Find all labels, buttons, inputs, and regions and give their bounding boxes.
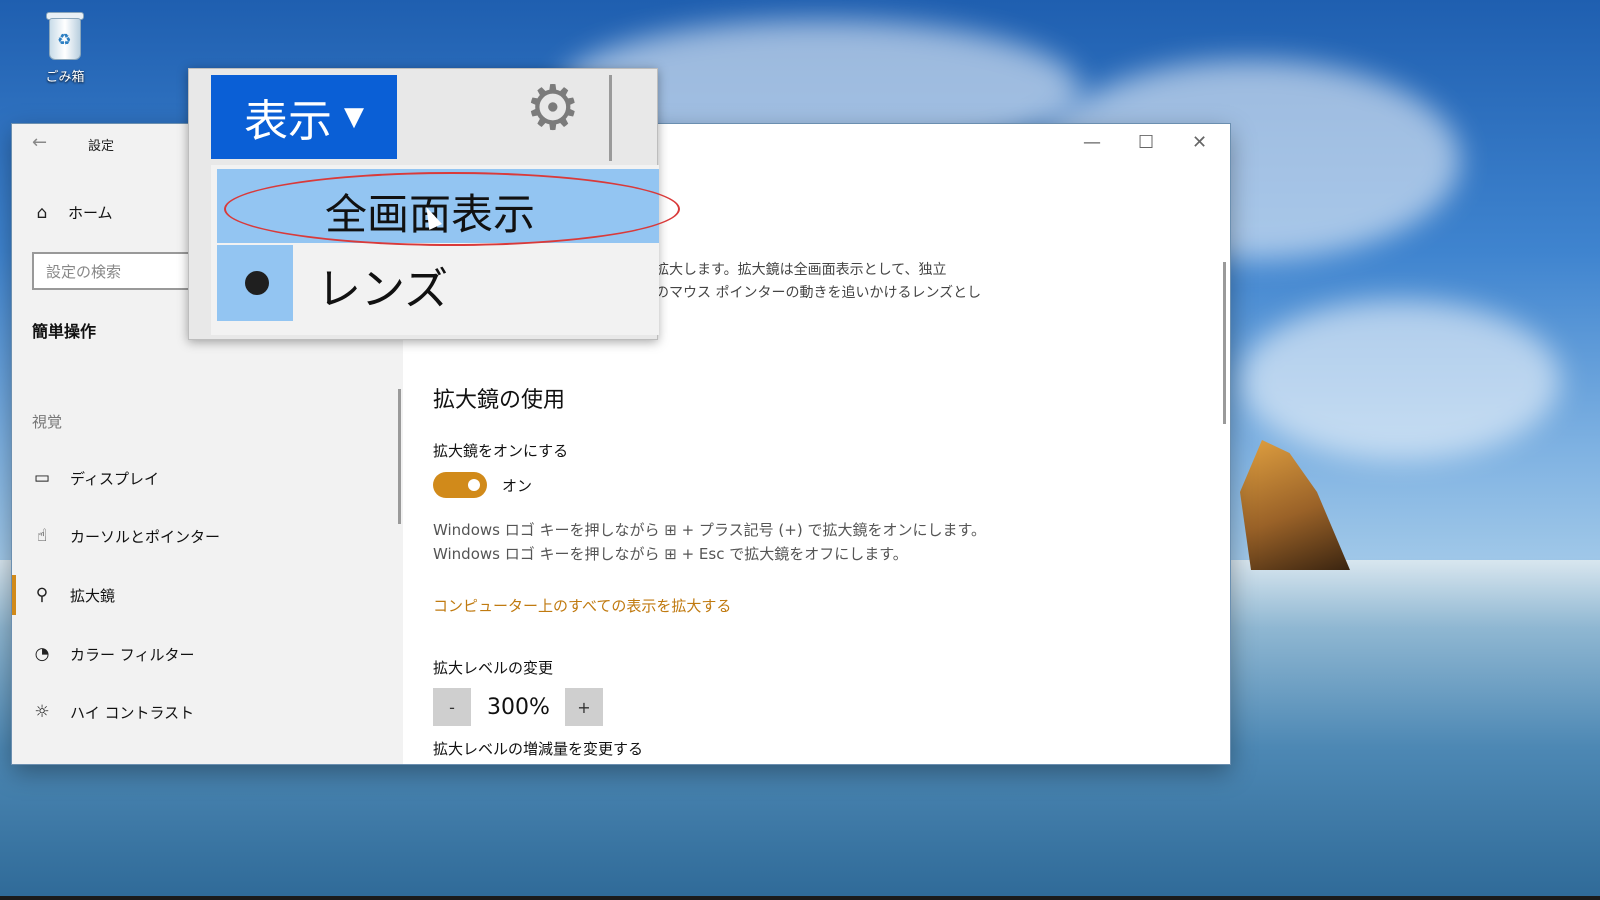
nav-label: カーソルとポインター: [70, 527, 221, 546]
shortcut-hint-off: Windows ロゴ キーを押しながら ⊞ + Esc で拡大鏡をオフにします。: [433, 545, 908, 563]
section-heading: 拡大鏡の使用: [433, 388, 566, 413]
section-title: 簡単操作: [32, 322, 97, 341]
menu-option-lens[interactable]: レンズ: [317, 253, 448, 317]
nav-item-cursor[interactable]: ☝ カーソルとポインター: [12, 516, 403, 556]
close-icon[interactable]: ✕: [1192, 132, 1207, 153]
window-title: 設定: [88, 139, 115, 154]
nav-label: ディスプレイ: [70, 469, 159, 488]
sidebar-scrollbar[interactable]: [398, 389, 401, 524]
nav-item-high-contrast[interactable]: ☼ ハイ コントラスト: [12, 692, 403, 732]
description: 拡大します。拡大鏡は全画面表示として、独立 のマウス ポインターの動きを追いかけ…: [655, 259, 981, 305]
nav-label: ハイ コントラスト: [70, 703, 195, 722]
nav-label: カラー フィルター: [70, 645, 195, 664]
description-line: のマウス ポインターの動きを追いかけるレンズとし: [655, 285, 982, 301]
magnifier-icon: ⚲: [35, 585, 49, 605]
nav-item-magnifier[interactable]: ⚲ 拡大鏡: [12, 575, 403, 615]
toolbar-divider: [609, 75, 612, 161]
toggle-state: オン: [502, 477, 533, 495]
magnifier-toggle[interactable]: [433, 472, 487, 498]
view-dropdown-button[interactable]: 表示 ▼: [211, 75, 397, 159]
recycle-bin-icon: ♻: [43, 8, 87, 60]
color-filter-icon: ◔: [34, 644, 50, 664]
home-label: ホーム: [68, 204, 113, 222]
main-scrollbar[interactable]: [1223, 262, 1226, 424]
selected-indicator: [217, 245, 293, 321]
annotation-ellipse: [224, 172, 680, 246]
radio-dot-icon: [245, 271, 269, 295]
monitor-icon: ▭: [33, 468, 51, 488]
recycle-bin-label: ごみ箱: [45, 70, 85, 85]
nav-item-display[interactable]: ▭ ディスプレイ: [12, 458, 403, 498]
maximize-icon[interactable]: ☐: [1138, 132, 1154, 153]
zoom-label: 拡大レベルの変更: [433, 659, 554, 677]
zoom-value: 300%: [487, 695, 550, 720]
brightness-icon: ☼: [34, 702, 50, 722]
taskbar-edge: [0, 896, 1600, 900]
cursor-icon: ☝: [36, 526, 48, 546]
back-arrow-icon[interactable]: ←: [32, 132, 47, 153]
minimize-icon[interactable]: —: [1083, 132, 1101, 153]
rock-formation: [1240, 440, 1350, 570]
toggle-label: 拡大鏡をオンにする: [433, 442, 569, 460]
shortcut-hint-on: Windows ロゴ キーを押しながら ⊞ + プラス記号 (+) で拡大鏡をオ…: [433, 521, 986, 539]
nav-label: 拡大鏡: [70, 586, 116, 605]
description-line: 拡大します。拡大鏡は全画面表示として、独立: [655, 262, 947, 278]
zoom-increase-button[interactable]: +: [565, 688, 603, 726]
home-icon: ⌂: [36, 202, 48, 223]
cloud: [1240, 300, 1560, 460]
recycle-bin[interactable]: ♻ ごみ箱: [30, 8, 100, 85]
zoom-decrease-button[interactable]: -: [433, 688, 471, 726]
gear-icon[interactable]: ⚙: [525, 77, 581, 139]
group-label: 視覚: [32, 413, 63, 431]
view-button-label: 表示: [244, 96, 332, 147]
chevron-down-icon: ▼: [344, 102, 364, 132]
zoom-increment-label: 拡大レベルの増減量を変更する: [433, 740, 644, 758]
home-nav-item[interactable]: ⌂ ホーム: [32, 202, 113, 223]
magnify-all-link[interactable]: コンピューター上のすべての表示を拡大する: [433, 595, 731, 616]
nav-item-color-filter[interactable]: ◔ カラー フィルター: [12, 634, 403, 674]
